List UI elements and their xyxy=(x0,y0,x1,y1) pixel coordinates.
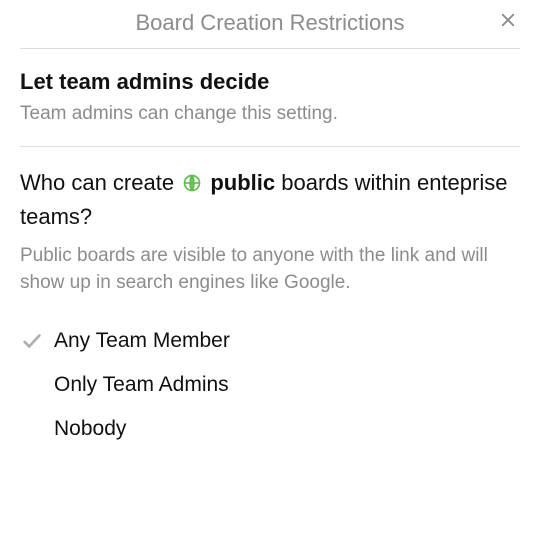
visibility-label: public xyxy=(210,170,275,195)
options-list: Any Team Member Only Team Admins Nobody xyxy=(20,319,520,461)
option-nobody[interactable]: Nobody xyxy=(20,407,520,451)
who-can-create-section: Who can create public boards within ente… xyxy=(0,147,540,479)
who-can-create-question: Who can create public boards within ente… xyxy=(20,167,520,234)
check-placeholder xyxy=(20,373,44,397)
option-any-team-member[interactable]: Any Team Member xyxy=(20,319,520,363)
globe-icon xyxy=(182,170,202,202)
option-label: Only Team Admins xyxy=(54,373,229,397)
close-icon xyxy=(499,11,517,34)
admin-decide-subtext: Team admins can change this setting. xyxy=(20,101,520,128)
admin-decide-heading: Let team admins decide xyxy=(20,69,520,95)
option-label: Any Team Member xyxy=(54,329,230,353)
dialog-header: Board Creation Restrictions xyxy=(0,0,540,48)
check-placeholder xyxy=(20,417,44,441)
dialog-title: Board Creation Restrictions xyxy=(135,10,404,36)
question-prefix: Who can create xyxy=(20,170,174,195)
public-explain-text: Public boards are visible to anyone with… xyxy=(20,243,520,296)
option-only-team-admins[interactable]: Only Team Admins xyxy=(20,363,520,407)
admin-decide-section: Let team admins decide Team admins can c… xyxy=(0,49,540,146)
option-label: Nobody xyxy=(54,417,126,441)
check-icon xyxy=(20,329,44,353)
close-button[interactable] xyxy=(496,10,520,34)
